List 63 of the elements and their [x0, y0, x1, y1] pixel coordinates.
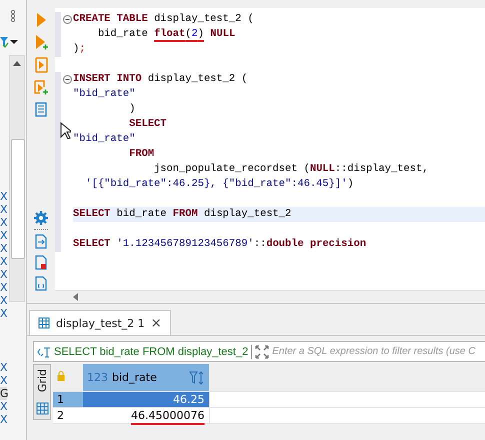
list-item-text[interactable]: X — [0, 242, 7, 255]
grid-icon — [38, 317, 50, 329]
table-cell[interactable]: 46.25 — [83, 392, 209, 408]
run-script-new-tab-icon[interactable] — [34, 79, 48, 96]
more-icon — [10, 9, 16, 23]
code-line: ); — [73, 42, 86, 57]
code-line: SELECT '1.123456789123456789'::double precision — [73, 237, 368, 252]
list-item-text[interactable]: G — [0, 387, 7, 400]
document-error-icon[interactable] — [35, 255, 47, 270]
list-item-text[interactable]: X — [0, 374, 7, 387]
code-line: ) — [128, 102, 136, 117]
query-text: SELECT bid_rate FROM display_test_2 — [54, 346, 248, 358]
list-item-text[interactable]: X — [0, 229, 7, 242]
list-item-text[interactable]: X — [0, 361, 7, 374]
filter-input[interactable]: Enter a SQL expression to filter results (use C — [272, 346, 485, 357]
export-icon[interactable] — [35, 234, 47, 249]
filter-sort-icon[interactable] — [189, 370, 205, 384]
settings-icon[interactable] — [34, 211, 48, 225]
list-item-text[interactable]: X — [0, 400, 7, 413]
scroll-up-icon[interactable] — [13, 61, 21, 66]
list-item-text[interactable]: X — [0, 281, 7, 294]
code-line: "bid_rate" — [73, 132, 136, 147]
cursor-icon — [60, 122, 71, 139]
result-tab[interactable]: display_test_2 1 × — [29, 310, 171, 335]
code-line: SELECT — [128, 117, 168, 132]
list-item-text[interactable]: X — [0, 307, 7, 320]
code-line: json_populate_recordset (NULL::display_test, — [153, 162, 430, 177]
code-line: '[{"bid_rate":46.25}, {"bid_rate":46.45}]') — [84, 177, 355, 192]
variables-icon[interactable] — [35, 276, 47, 291]
list-item-text[interactable]: X — [0, 190, 7, 203]
row-number[interactable]: 1 — [53, 392, 83, 408]
list-item-text[interactable]: X — [0, 268, 7, 281]
filter-bar[interactable]: SELECT bid_rate FROM display_test_2 Enter a SQL expression to filter results (use C — [33, 341, 485, 362]
list-item-text[interactable]: X — [0, 203, 7, 216]
column-header[interactable]: 123 bid_rate — [83, 364, 209, 392]
expand-icon[interactable] — [255, 344, 270, 358]
collapse-icon[interactable] — [62, 75, 72, 84]
lock-icon — [57, 371, 65, 381]
grid-icon — [36, 402, 48, 415]
run-icon[interactable] — [35, 12, 47, 28]
horizontal-scrollbar[interactable] — [55, 290, 485, 303]
run-new-tab-icon[interactable] — [34, 34, 48, 51]
query-icon — [37, 346, 51, 358]
row-number[interactable]: 2 — [53, 408, 83, 424]
list-item-text[interactable]: X — [0, 294, 7, 307]
list-item-text[interactable]: X — [0, 413, 7, 426]
code-line: CREATE TABLE display_test_2 ( — [73, 12, 255, 27]
code-line: FROM — [128, 147, 156, 162]
sql-editor[interactable] — [55, 8, 485, 303]
code-line: bid_rate float(2) NULL — [96, 27, 236, 42]
dropdown-icon[interactable] — [10, 39, 18, 45]
run-script-icon[interactable] — [34, 57, 48, 73]
code-line: "bid_rate" — [73, 87, 136, 102]
list-item-text[interactable]: X — [0, 216, 7, 229]
code-line: INSERT INTO display_test_2 ( — [73, 72, 249, 87]
close-button[interactable]: × — [150, 316, 162, 330]
document-list-icon[interactable] — [35, 102, 47, 117]
table-cell[interactable]: 46.45000076 — [83, 408, 209, 424]
scrollbar[interactable] — [9, 55, 25, 302]
list-item-text[interactable]: X — [0, 255, 7, 268]
grid-view-tab[interactable]: Grid — [33, 364, 51, 420]
scroll-left-icon[interactable] — [73, 293, 78, 301]
collapse-icon[interactable] — [62, 15, 72, 24]
